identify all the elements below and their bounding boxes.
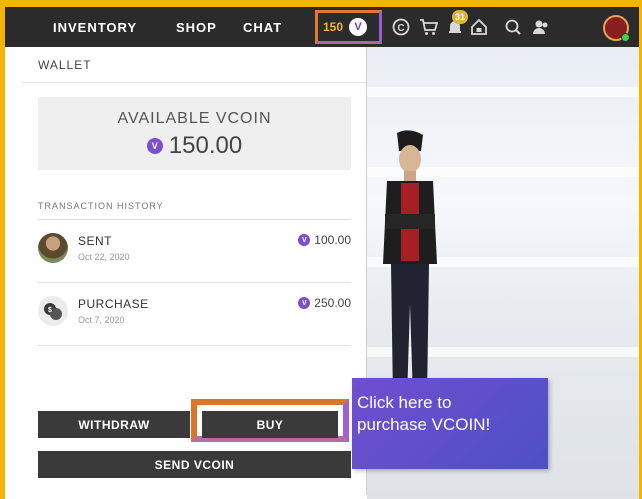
transaction-amount-value: 250.00: [314, 296, 351, 310]
wallet-panel: WALLET AVAILABLE VCOIN V 150.00 TRANSACT…: [22, 47, 367, 495]
transaction-type: PURCHASE: [78, 297, 149, 311]
profile-avatar[interactable]: [603, 15, 630, 42]
vcoin-icon: V: [298, 234, 311, 246]
wallet-title: WALLET: [22, 47, 366, 83]
available-vcoin-label: AVAILABLE VCOIN: [117, 110, 272, 127]
purchase-vcoin-tooltip: Click here to purchase VCOIN!: [352, 378, 548, 469]
balance-value: 150.00: [168, 132, 243, 159]
tooltip-line-1: Click here to: [357, 393, 452, 412]
frame-border-top: [0, 0, 642, 7]
user-avatar: [38, 233, 68, 263]
transaction-amount: V 100.00: [298, 233, 351, 247]
top-nav-bar: INVENTORY SHOP CHAT 150 V C 31: [5, 7, 639, 47]
transaction-row[interactable]: $ PURCHASE Oct 7, 2020 V 250.00: [38, 283, 351, 343]
3d-avatar-figure: [383, 130, 437, 409]
online-status-dot: [621, 33, 630, 42]
tooltip-line-2: purchase VCOIN!: [357, 415, 491, 434]
transaction-history-label: TRANSACTION HISTORY: [38, 201, 164, 211]
notification-count-badge: 31: [452, 10, 468, 24]
transaction-amount: V 250.00: [298, 296, 351, 310]
friends-icon[interactable]: [531, 17, 551, 37]
vcoin-balance-amount: 150: [323, 20, 344, 34]
available-vcoin-amount: V 150.00: [38, 132, 351, 160]
transaction-type: SENT: [78, 234, 113, 248]
transaction-date: Oct 7, 2020: [78, 315, 125, 325]
transaction-amount-value: 100.00: [314, 233, 351, 247]
vcoin-icon: V: [146, 138, 163, 154]
divider: [38, 345, 351, 346]
nav-shop[interactable]: SHOP: [176, 20, 217, 35]
home-icon[interactable]: [469, 17, 489, 37]
transaction-row[interactable]: SENT Oct 22, 2020 V 100.00: [38, 220, 351, 280]
vcoin-icon: V: [349, 18, 368, 36]
credits-icon[interactable]: C: [391, 17, 411, 37]
cart-icon[interactable]: [419, 17, 439, 37]
coins-icon: $: [38, 296, 68, 326]
vcoin-balance-button[interactable]: 150 V: [315, 10, 382, 44]
buy-button[interactable]: BUY: [202, 411, 338, 438]
svg-text:$: $: [48, 307, 52, 314]
nav-chat[interactable]: CHAT: [243, 20, 282, 35]
nav-inventory[interactable]: INVENTORY: [53, 20, 137, 35]
send-vcoin-button[interactable]: SEND VCOIN: [38, 451, 351, 478]
vcoin-icon: V: [298, 297, 311, 309]
balance-card: AVAILABLE VCOIN V 150.00: [38, 97, 351, 170]
frame-border-left: [0, 0, 5, 499]
search-icon[interactable]: [503, 17, 523, 37]
svg-text:C: C: [397, 23, 404, 34]
transaction-date: Oct 22, 2020: [78, 252, 130, 262]
withdraw-button[interactable]: WITHDRAW: [38, 411, 190, 438]
